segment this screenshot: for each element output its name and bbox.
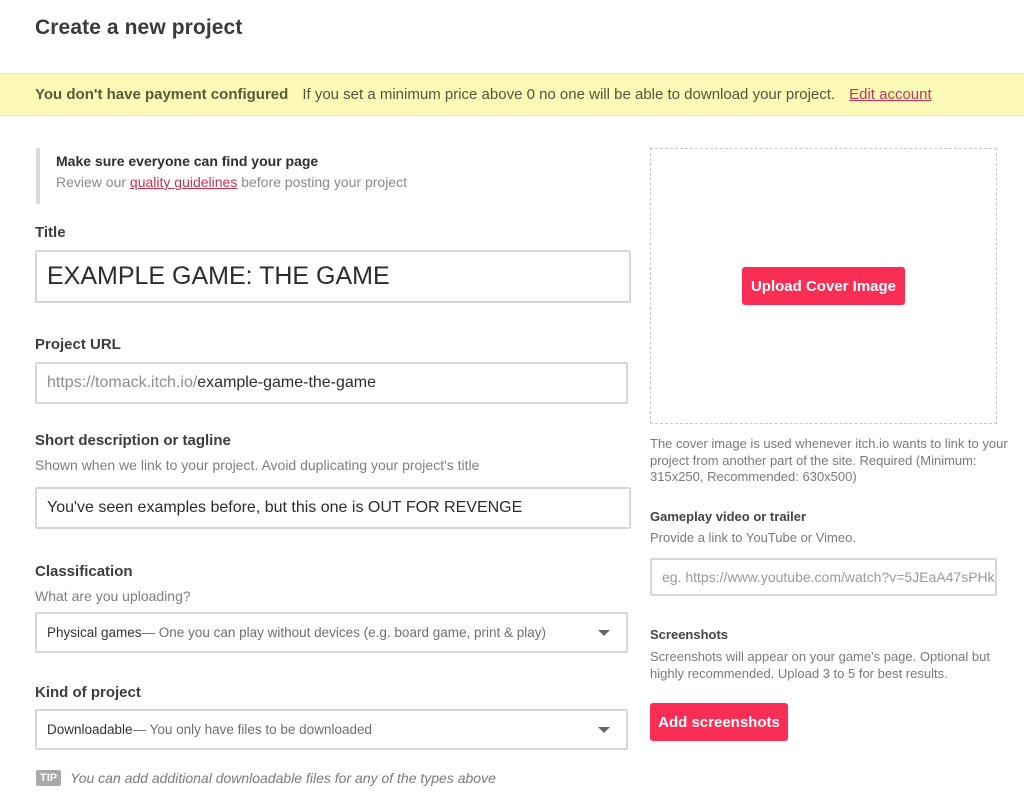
project-url-input[interactable]: https://tomack.itch.io/example-game-the-… [35,362,628,404]
kind-selected-name: Downloadable [47,722,133,737]
kind-selected-desc: — You only have files to be downloaded [132,722,372,737]
quality-guidelines-link[interactable]: quality guidelines [130,174,237,190]
notice-title: Make sure everyone can find your page [56,153,319,169]
chevron-down-icon [598,727,610,733]
classification-selected-name: Physical games [47,625,142,640]
payment-warning-banner: You don't have payment configured If you… [0,73,1024,116]
title-label: Title [35,224,66,241]
url-slug: example-game-the-game [197,374,377,391]
page-title: Create a new project [35,16,243,39]
add-screenshots-button[interactable]: Add screenshots [650,703,788,741]
quality-notice: Make sure everyone can find your page Re… [36,148,596,204]
classification-select[interactable]: Physical games — One you can play withou… [35,612,628,653]
tip: TIP You can add additional downloadable … [36,770,496,786]
kind-label: Kind of project [35,684,141,701]
classification-help: What are you uploading? [35,588,191,604]
cover-help: The cover image is used whenever itch.io… [650,436,1008,484]
kind-of-project-select[interactable]: Downloadable — You only have files to be… [35,709,628,750]
tagline-input-value: You've seen examples before, but this on… [47,499,523,516]
chevron-down-icon [598,630,610,636]
edit-account-link[interactable]: Edit account [849,86,932,103]
tagline-label: Short description or tagline [35,432,231,449]
notice-text-after: before posting your project [237,174,407,190]
classification-selected-desc: — One you can play without devices (e.g.… [141,625,547,640]
banner-title: You don't have payment configured [35,86,289,103]
notice-text-before: Review our [56,174,130,190]
screenshots-help: Screenshots will appear on your game's p… [650,649,990,681]
title-input-value: EXAMPLE GAME: THE GAME [47,262,390,290]
upload-cover-image-button[interactable]: Upload Cover Image [742,267,905,305]
classification-label: Classification [35,563,133,580]
title-input[interactable]: EXAMPLE GAME: THE GAME [35,250,631,303]
screenshots-label: Screenshots [650,627,729,642]
tagline-help: Shown when we link to your project. Avoi… [35,457,480,473]
video-help: Provide a link to YouTube or Vimeo. [650,530,856,545]
banner-text: If you set a minimum price above 0 no on… [302,86,836,103]
video-label: Gameplay video or trailer [650,509,807,524]
tip-badge: TIP [36,770,62,786]
video-url-input[interactable] [650,558,997,596]
notice-text: Review our quality guidelines before pos… [56,174,596,190]
tip-text: You can add additional downloadable file… [70,770,496,786]
tagline-input[interactable]: You've seen examples before, but this on… [35,487,631,529]
project-url-label: Project URL [35,336,121,353]
url-prefix: https://tomack.itch.io/ [47,374,198,391]
